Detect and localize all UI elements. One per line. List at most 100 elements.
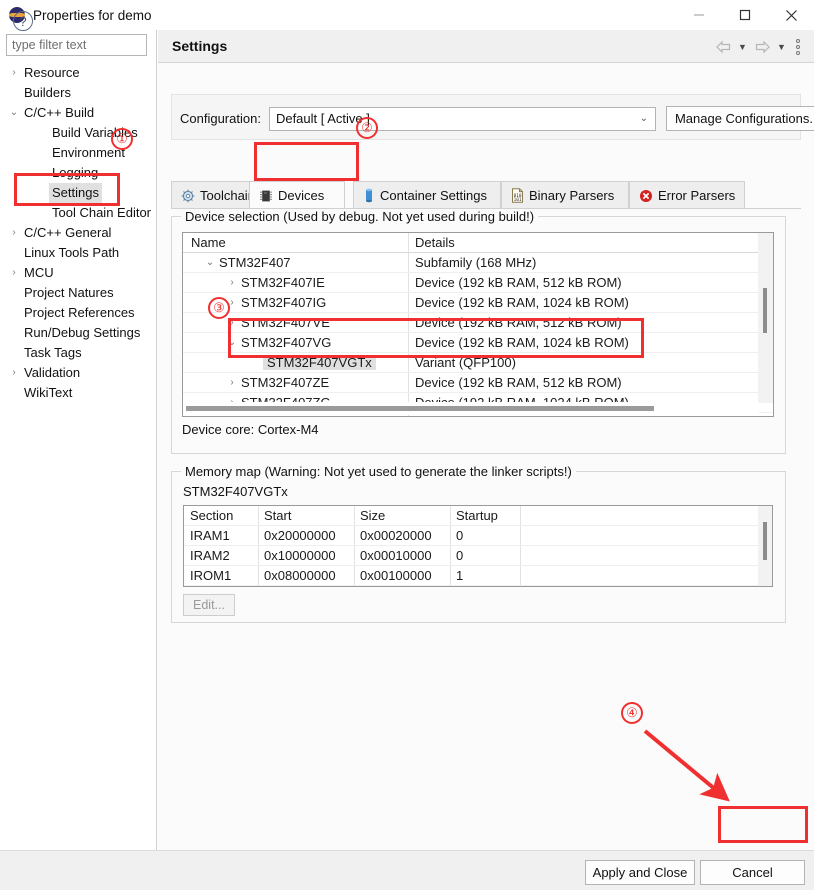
chevron-right-icon[interactable]: ›: [5, 263, 23, 283]
sidebar-item-project-references[interactable]: Project References: [0, 303, 157, 323]
sidebar-item-c-c-general[interactable]: › C/C++ General: [0, 223, 157, 243]
section-cell: IRAM1: [190, 528, 230, 543]
sidebar-item-mcu[interactable]: › MCU: [0, 263, 157, 283]
tab-label: Container Settings: [380, 188, 487, 203]
device-row[interactable]: ⌄ STM32F407 Subfamily (168 MHz): [183, 253, 773, 273]
sidebar-item-settings[interactable]: Settings: [0, 183, 157, 203]
device-details: Subfamily (168 MHz): [415, 255, 537, 270]
arrow-right-icon[interactable]: [751, 35, 773, 59]
forward-dropdown-icon[interactable]: ▼: [775, 35, 788, 59]
settings-page: Settings ▼ ▼ Configuration: Default [Ac…: [158, 30, 814, 890]
sidebar-item-label: C/C++ General: [24, 225, 112, 240]
window-controls: [676, 0, 814, 30]
memory-map-scrollbar[interactable]: [758, 506, 772, 586]
sidebar-item-label: C/C++ Build: [24, 105, 95, 120]
sidebar-item-environment[interactable]: Environment: [0, 143, 157, 163]
device-name-text: STM32F407VE: [241, 315, 330, 330]
sidebar-item-label: WikiText: [24, 385, 73, 400]
sidebar-item-validation[interactable]: › Validation: [0, 363, 157, 383]
configuration-select[interactable]: Default [ Active ] ⌄: [268, 106, 656, 131]
memory-map-title: Memory map (Warning: Not yet used to gen…: [181, 464, 576, 479]
memory-map-device-name: STM32F407VGTx: [183, 484, 288, 499]
annotation-marker-2: ②: [356, 117, 378, 139]
memory-map-row[interactable]: IRAM2 0x10000000 0x00010000 0: [184, 546, 772, 566]
sidebar-item-tool-chain-editor[interactable]: Tool Chain Editor: [0, 203, 157, 223]
sidebar-item-wikitext[interactable]: WikiText: [0, 383, 157, 403]
chip-icon: [259, 189, 273, 203]
tab-label: Error Parsers: [658, 188, 736, 203]
minimize-button[interactable]: [676, 0, 722, 30]
maximize-button[interactable]: [722, 0, 768, 30]
chevron-right-icon[interactable]: ›: [5, 363, 23, 383]
device-row[interactable]: STM32F407VGTx Variant (QFP100): [183, 353, 773, 373]
sidebar-item-builders[interactable]: Builders: [0, 83, 157, 103]
device-name-text: STM32F407ZE: [241, 375, 330, 390]
device-details: Variant (QFP100): [415, 355, 516, 370]
title-bar: Properties for demo: [0, 0, 814, 30]
page-header: Settings ▼ ▼: [158, 30, 814, 63]
memory-map-table[interactable]: Section Start Size Startup IRAM1 0x20000000 0x…: [183, 505, 773, 587]
memory-map-row[interactable]: IROM1 0x08000000 0x00100000 1: [184, 566, 772, 586]
sidebar-item-logging[interactable]: Logging: [0, 163, 157, 183]
memory-map-body: Section Start Size Startup IRAM1 0x20000000 0x…: [184, 506, 772, 586]
tab-container-settings[interactable]: Container Settings: [353, 181, 501, 209]
help-question-icon[interactable]: ?: [13, 11, 33, 31]
size-cell: 0x00010000: [360, 548, 432, 563]
sidebar-item-linux-tools-path[interactable]: Linux Tools Path: [0, 243, 157, 263]
device-row[interactable]: › STM32F407ZE Device (192 kB RAM, 512 kB R…: [183, 373, 773, 393]
sidebar-item-run-debug-settings[interactable]: Run/Debug Settings: [0, 323, 157, 343]
arrow-left-icon[interactable]: [712, 35, 734, 59]
edit-button[interactable]: Edit...: [183, 594, 235, 616]
device-details: Device (192 kB RAM, 512 kB ROM): [415, 375, 622, 390]
device-table-hscrollbar[interactable]: [184, 402, 759, 415]
container-cylinder-icon: [363, 188, 375, 203]
settings-content: Configuration: Default [ Active ] ⌄ Mana…: [158, 64, 814, 890]
device-name-text: STM32F407VG: [241, 335, 332, 350]
size-cell: 0x00100000: [360, 568, 432, 583]
start-cell: 0x20000000: [264, 528, 336, 543]
back-dropdown-icon[interactable]: ▼: [736, 35, 749, 59]
memory-map-row[interactable]: IRAM1 0x20000000 0x00020000 0: [184, 526, 772, 546]
cancel-button[interactable]: Cancel: [700, 860, 805, 885]
memory-map-header: Section Start Size Startup: [184, 506, 772, 526]
scrollbar-thumb[interactable]: [763, 288, 767, 333]
close-button[interactable]: [768, 0, 814, 30]
device-row[interactable]: › STM32F407VE Device (192 kB RAM, 512 kB R…: [183, 313, 773, 333]
chevron-down-icon: ⌄: [639, 112, 648, 124]
apply-and-close-button[interactable]: Apply and Close: [585, 860, 695, 885]
column-header-name: Name: [191, 235, 226, 250]
binary-file-icon: 010 101: [511, 188, 524, 203]
sidebar-item-label: Task Tags: [24, 345, 82, 360]
device-row[interactable]: ⌄ STM32F407VG Device (192 kB RAM, 1024 kB …: [183, 333, 773, 353]
annotation-marker-1: ①: [111, 128, 133, 150]
sidebar-item-task-tags[interactable]: Task Tags: [0, 343, 157, 363]
tab-error-parsers[interactable]: Error Parsers: [629, 181, 745, 209]
device-name: STM32F407ZE: [183, 373, 408, 393]
sidebar-item-project-natures[interactable]: Project Natures: [0, 283, 157, 303]
tab-binary-parsers[interactable]: 010 101 Binary Parsers: [501, 181, 629, 209]
device-table[interactable]: Name Details ⌄ STM32F407 Subfamily (168 MHz)…: [182, 232, 774, 417]
chevron-right-icon[interactable]: ›: [5, 223, 23, 243]
hscrollbar-thumb[interactable]: [186, 406, 654, 411]
column-header: Start: [264, 508, 292, 523]
device-selection-group: Device selection (Used by debug. Not yet…: [171, 209, 786, 454]
tab-devices[interactable]: Devices: [249, 181, 345, 209]
column-header: Startup: [456, 508, 498, 523]
memory-map-group: Memory map (Warning: Not yet used to gen…: [171, 464, 786, 623]
configuration-panel: Configuration: Default [ Active ] ⌄ Mana…: [171, 94, 814, 140]
device-row[interactable]: › STM32F407IG Device (192 kB RAM, 1024 kB …: [183, 293, 773, 313]
device-table-scrollbar[interactable]: [758, 233, 773, 403]
filter-input[interactable]: type filter text: [6, 34, 147, 56]
scrollbar-thumb[interactable]: [763, 522, 767, 560]
sidebar-item-c-c-build[interactable]: ⌄ C/C++ Build: [0, 103, 157, 123]
device-details: Device (192 kB RAM, 512 kB ROM): [415, 315, 622, 330]
chevron-right-icon[interactable]: ›: [5, 63, 23, 83]
chevron-down-icon[interactable]: ⌄: [5, 103, 23, 123]
sidebar-item-label: Validation: [24, 365, 81, 380]
sidebar-item-resource[interactable]: › Resource: [0, 63, 157, 83]
sidebar-item-build-variables[interactable]: Build Variables: [0, 123, 157, 143]
device-row[interactable]: › STM32F407IE Device (192 kB RAM, 512 kB R…: [183, 273, 773, 293]
device-name: STM32F407: [183, 253, 408, 273]
vertical-dots-icon[interactable]: [790, 35, 806, 59]
manage-configurations-button[interactable]: Manage Configurations...: [665, 106, 814, 131]
